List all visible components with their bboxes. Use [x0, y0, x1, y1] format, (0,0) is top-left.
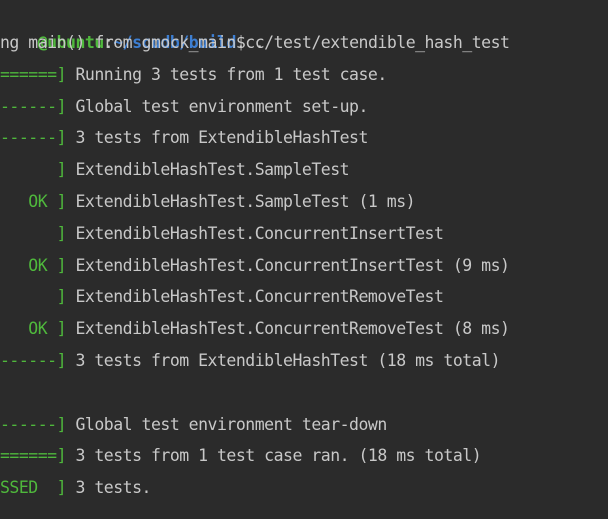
line-status-prefix: SSED ] — [0, 478, 67, 498]
line-status-prefix: ] — [0, 287, 67, 307]
output-line: ======] 3 tests from 1 test case ran. (1… — [0, 441, 482, 471]
line-text: ExtendibleHashTest.ConcurrentRemoveTest — [66, 287, 444, 307]
output-line: ] ExtendibleHashTest.ConcurrentRemoveTes… — [0, 282, 444, 312]
line-text: Running 3 tests from 1 test case. — [66, 64, 387, 84]
line-text: 3 tests from ExtendibleHashTest — [66, 128, 368, 148]
output-line: OK ] ExtendibleHashTest.SampleTest (1 ms… — [0, 187, 415, 217]
line-status-prefix: ------] — [0, 351, 67, 370]
line-text: 3 tests from ExtendibleHashTest (18 ms t… — [66, 351, 501, 370]
line-text: Global test environment set-up. — [66, 96, 368, 116]
output-line: ng main() from gmock_main.cc — [0, 28, 265, 58]
line-status-prefix: ------] — [0, 128, 67, 148]
output-line: OK ] ExtendibleHashTest.ConcurrentInsert… — [0, 251, 510, 281]
line-status-prefix: ] — [0, 223, 67, 243]
prompt-command: ./test/extendible_hash_test — [245, 33, 510, 52]
output-line: OK ] ExtendibleHashTest.ConcurrentRemove… — [0, 314, 510, 344]
output-line: ------] Global test environment set-up. — [0, 92, 368, 122]
line-status-prefix: ======] — [0, 446, 67, 466]
line-status-prefix: ] — [0, 160, 67, 180]
line-status-prefix: ------] — [0, 414, 67, 434]
line-status-prefix: OK ] — [0, 192, 67, 211]
line-text: 3 tests. — [66, 478, 151, 498]
line-text: ExtendibleHashTest.SampleTest (1 ms) — [66, 192, 416, 211]
line-status-prefix: OK ] — [0, 255, 67, 275]
line-text: ExtendibleHashTest.ConcurrentInsertTest … — [66, 255, 510, 275]
output-line: ] ExtendibleHashTest.SampleTest — [0, 155, 350, 185]
output-line: ------] Global test environment tear-dow… — [0, 410, 387, 440]
output-line: SSED ] 3 tests. — [0, 473, 151, 503]
output-line: ------] 3 tests from ExtendibleHashTest … — [0, 346, 501, 376]
prompt-line: @ubuntu:~/scudb/build$ ./test/extendible… — [0, 0, 510, 52]
line-status-prefix: ng — [0, 33, 19, 52]
line-status-prefix: OK ] — [0, 319, 67, 339]
output-line: ] ExtendibleHashTest.ConcurrentInsertTes… — [0, 219, 444, 249]
line-text: main() from gmock_main.cc — [18, 33, 265, 52]
line-text: ExtendibleHashTest.ConcurrentInsertTest — [66, 223, 444, 243]
line-status-prefix: ======] — [0, 64, 67, 84]
line-text: ExtendibleHashTest.SampleTest — [66, 160, 350, 180]
line-text: ExtendibleHashTest.ConcurrentRemoveTest … — [66, 319, 510, 339]
terminal-window[interactable]: @ubuntu:~/scudb/build$ ./test/extendible… — [0, 0, 608, 519]
line-text: Global test environment tear-down — [66, 414, 387, 434]
line-text: 3 tests from 1 test case ran. (18 ms tot… — [66, 446, 482, 466]
output-line: ------] 3 tests from ExtendibleHashTest — [0, 123, 368, 153]
line-status-prefix: ------] — [0, 96, 67, 116]
output-line: ======] Running 3 tests from 1 test case… — [0, 60, 387, 90]
